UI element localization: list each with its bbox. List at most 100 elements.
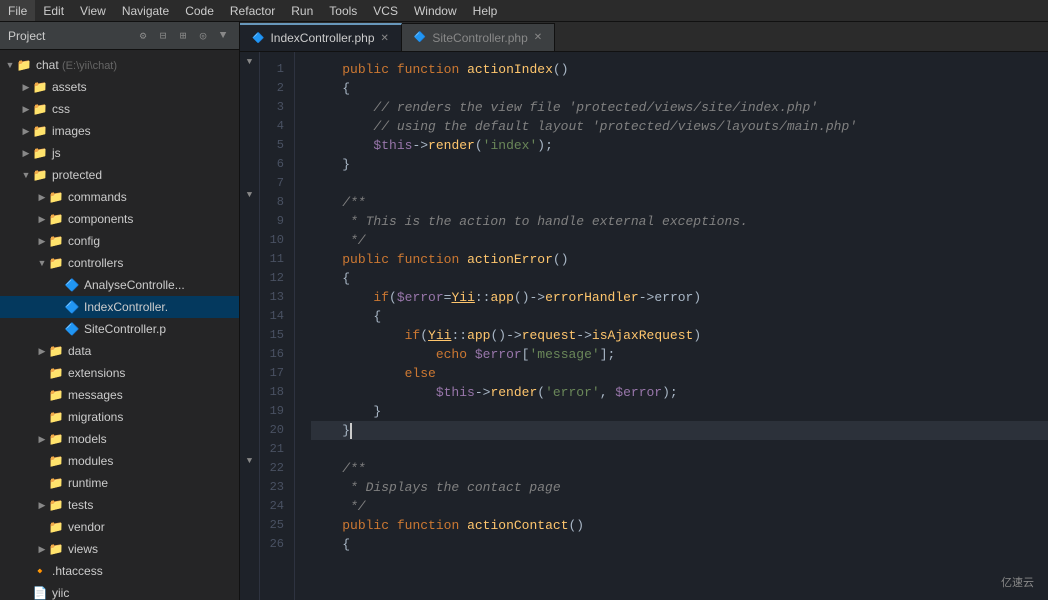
menu-help[interactable]: Help xyxy=(465,0,506,21)
tree-item-label: data xyxy=(68,344,91,358)
arrow-right-icon: ▶ xyxy=(36,213,48,225)
menu-refactor[interactable]: Refactor xyxy=(222,0,283,21)
line-num-10: 10 xyxy=(260,231,284,250)
tree-item-label: views xyxy=(68,542,98,556)
tree-item-label: modules xyxy=(68,454,113,468)
arrow-right-icon: ▶ xyxy=(36,433,48,445)
code-line-16: echo $error['message']; xyxy=(311,345,1048,364)
tree-item-protected[interactable]: ▼ 📁 protected xyxy=(0,164,239,186)
tree-item-extensions[interactable]: 📁 extensions xyxy=(0,362,239,384)
arrow-right-icon: ▶ xyxy=(36,191,48,203)
code-line-4: // using the default layout 'protected/v… xyxy=(311,117,1048,136)
line-num-2: 2 xyxy=(260,79,284,98)
tree-root-chat[interactable]: ▼ 📁 chat (E:\yii\chat) xyxy=(0,54,239,76)
project-toolbar: Project ⚙ ⊟ ⊞ ◎ ▼ xyxy=(0,22,239,50)
arrow-right-icon: ▶ xyxy=(20,147,32,159)
code-editor: ▼ ▼ ▼ xyxy=(240,52,1048,600)
file-tree: ▼ 📁 chat (E:\yii\chat) ▶ 📁 assets ▶ 📁 cs… xyxy=(0,50,239,600)
menu-navigate[interactable]: Navigate xyxy=(114,0,177,21)
tree-item-site-controller[interactable]: 🔷 SiteController.p xyxy=(0,318,239,340)
folder-icon: 📁 xyxy=(48,519,64,535)
toolbar-settings-icon[interactable]: ⚙ xyxy=(135,28,151,44)
menu-edit[interactable]: Edit xyxy=(35,0,72,21)
arrow-right-icon: ▶ xyxy=(20,81,32,93)
gutter-9 xyxy=(240,204,259,223)
no-arrow xyxy=(36,367,48,379)
toolbar-locate-icon[interactable]: ◎ xyxy=(195,28,211,44)
tree-item-modules[interactable]: 📁 modules xyxy=(0,450,239,472)
tree-item-runtime[interactable]: 📁 runtime xyxy=(0,472,239,494)
folder-icon: 📁 xyxy=(48,387,64,403)
file-icon: 🔸 xyxy=(32,563,48,579)
code-line-25: public function actionContact() xyxy=(311,516,1048,535)
folder-icon: 📁 xyxy=(48,453,64,469)
tree-item-vendor[interactable]: 📁 vendor xyxy=(0,516,239,538)
menu-window[interactable]: Window xyxy=(406,0,465,21)
tree-item-css[interactable]: ▶ 📁 css xyxy=(0,98,239,120)
code-line-10: */ xyxy=(311,231,1048,250)
menu-code[interactable]: Code xyxy=(177,0,222,21)
folder-icon: 📁 xyxy=(32,123,48,139)
tree-item-config[interactable]: ▶ 📁 config xyxy=(0,230,239,252)
line-num-5: 5 xyxy=(260,136,284,155)
line-num-7: 7 xyxy=(260,174,284,193)
menu-file[interactable]: File xyxy=(0,0,35,21)
gutter-2 xyxy=(240,71,259,90)
folder-icon: 📁 xyxy=(48,189,64,205)
tree-item-components[interactable]: ▶ 📁 components xyxy=(0,208,239,230)
gutter-3 xyxy=(240,90,259,109)
menu-run[interactable]: Run xyxy=(283,0,321,21)
gutter-6 xyxy=(240,147,259,166)
tree-item-views[interactable]: ▶ 📁 views xyxy=(0,538,239,560)
code-line-22: /** xyxy=(311,459,1048,478)
tree-item-data[interactable]: ▶ 📁 data xyxy=(0,340,239,362)
tab-close-button[interactable]: ✕ xyxy=(381,33,389,44)
fold-8[interactable]: ▼ xyxy=(240,185,259,204)
tree-item-label: controllers xyxy=(68,256,123,270)
fold-1[interactable]: ▼ xyxy=(240,52,259,71)
tree-item-messages[interactable]: 📁 messages xyxy=(0,384,239,406)
code-content[interactable]: public function actionIndex() { // rende… xyxy=(295,52,1048,600)
tabs-bar: 🔷 IndexController.php ✕ 🔷 SiteController… xyxy=(240,22,1048,52)
code-line-9: * This is the action to handle external … xyxy=(311,212,1048,231)
tree-item-js[interactable]: ▶ 📁 js xyxy=(0,142,239,164)
tree-item-models[interactable]: ▶ 📁 models xyxy=(0,428,239,450)
tree-item-label: css xyxy=(52,102,70,116)
tree-item-controllers[interactable]: ▼ 📁 controllers xyxy=(0,252,239,274)
line-num-4: 4 xyxy=(260,117,284,136)
tree-item-assets[interactable]: ▶ 📁 assets xyxy=(0,76,239,98)
toolbar-expand-icon[interactable]: ⊞ xyxy=(175,28,191,44)
text-cursor xyxy=(350,423,352,439)
line-num-1: 1 xyxy=(260,60,284,79)
tree-item-label: messages xyxy=(68,388,123,402)
toolbar-collapse-icon[interactable]: ⊟ xyxy=(155,28,171,44)
line-num-11: 11 xyxy=(260,250,284,269)
toolbar-gear-icon[interactable]: ▼ xyxy=(215,28,231,44)
tree-item-tests[interactable]: ▶ 📁 tests xyxy=(0,494,239,516)
line-num-15: 15 xyxy=(260,326,284,345)
tree-item-index-controller[interactable]: 🔷 IndexController. xyxy=(0,296,239,318)
tree-item-htaccess[interactable]: 🔸 .htaccess xyxy=(0,560,239,582)
menu-view[interactable]: View xyxy=(72,0,114,21)
gutter-23 xyxy=(240,470,259,489)
tab-close-button[interactable]: ✕ xyxy=(534,32,542,43)
code-line-12: { xyxy=(311,269,1048,288)
tree-item-migrations[interactable]: 📁 migrations xyxy=(0,406,239,428)
menu-tools[interactable]: Tools xyxy=(321,0,365,21)
fold-22[interactable]: ▼ xyxy=(240,451,259,470)
line-num-17: 17 xyxy=(260,364,284,383)
gutter-15 xyxy=(240,318,259,337)
php-tab-icon: 🔷 xyxy=(252,33,264,44)
tree-item-label: components xyxy=(68,212,133,226)
tab-index-controller[interactable]: 🔷 IndexController.php ✕ xyxy=(240,23,402,51)
tab-label: SiteController.php xyxy=(432,31,527,45)
tree-item-yiic[interactable]: 📄 yiic xyxy=(0,582,239,600)
menu-vcs[interactable]: VCS xyxy=(365,0,406,21)
folder-icon: 📁 xyxy=(48,343,64,359)
tree-item-analyse-controller[interactable]: 🔷 AnalyseControlle... xyxy=(0,274,239,296)
tree-item-images[interactable]: ▶ 📁 images xyxy=(0,120,239,142)
tree-item-label: commands xyxy=(68,190,127,204)
line-num-14: 14 xyxy=(260,307,284,326)
tab-site-controller[interactable]: 🔷 SiteController.php ✕ xyxy=(402,23,555,51)
tree-item-commands[interactable]: ▶ 📁 commands xyxy=(0,186,239,208)
